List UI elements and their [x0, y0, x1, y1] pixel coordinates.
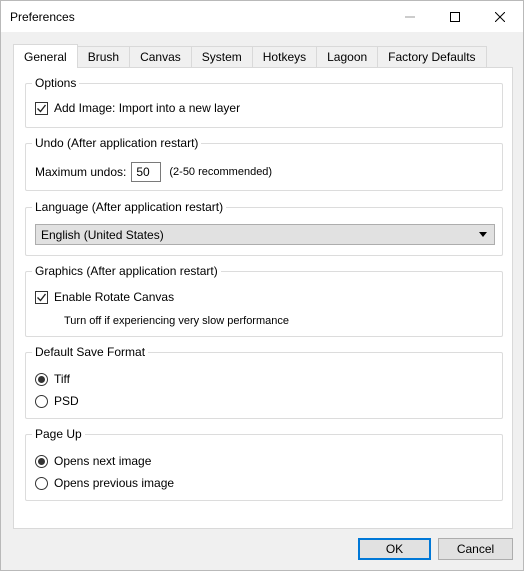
graphics-group: Graphics (After application restart) Ena…: [25, 264, 503, 337]
tab-lagoon[interactable]: Lagoon: [316, 46, 379, 67]
save-format-option-tiff[interactable]: Tiff: [35, 372, 70, 386]
max-undos-input[interactable]: [131, 162, 162, 182]
rotate-canvas-label: Enable Rotate Canvas: [54, 290, 175, 304]
page-up-option-previous[interactable]: Opens previous image: [35, 476, 174, 490]
options-title: Options: [32, 76, 80, 90]
page-up-group: Page Up Opens next image Opens previous …: [25, 427, 503, 501]
general-panel: Options Add Image: Import into a new lay…: [13, 67, 513, 529]
cancel-button[interactable]: Cancel: [438, 538, 513, 560]
tab-strip: General Brush Canvas System Hotkeys Lago…: [13, 44, 487, 68]
page-up-option-next[interactable]: Opens next image: [35, 454, 151, 468]
add-image-checkbox[interactable]: [35, 101, 48, 115]
ok-button[interactable]: OK: [358, 538, 431, 560]
tab-system[interactable]: System: [190, 46, 253, 67]
checkmark-icon: [37, 293, 47, 302]
tab-hotkeys[interactable]: Hotkeys: [251, 46, 318, 67]
minimize-icon: [404, 16, 415, 17]
max-undos-hint: (2-50 recommended): [169, 166, 273, 178]
tiff-radio[interactable]: [35, 372, 48, 386]
previous-image-radio[interactable]: [35, 476, 48, 490]
psd-label: PSD: [54, 394, 79, 408]
save-format-group: Default Save Format Tiff PSD: [25, 345, 503, 419]
rotate-canvas-note: Turn off if experiencing very slow perfo…: [64, 315, 289, 327]
language-title: Language (After application restart): [32, 200, 227, 214]
add-image-row[interactable]: Add Image: Import into a new layer: [35, 101, 240, 115]
dropdown-arrow-icon: [479, 232, 487, 237]
undo-title: Undo (After application restart): [32, 136, 202, 150]
tab-canvas[interactable]: Canvas: [129, 46, 192, 67]
close-icon: [494, 11, 505, 22]
rotate-canvas-row[interactable]: Enable Rotate Canvas: [35, 290, 174, 304]
page-up-title: Page Up: [32, 427, 85, 441]
next-image-label: Opens next image: [54, 454, 152, 468]
graphics-title: Graphics (After application restart): [32, 264, 221, 278]
max-undos-row: Maximum undos: (2-50 recommended): [35, 162, 272, 182]
title-bar[interactable]: Preferences: [1, 1, 523, 32]
language-group: Language (After application restart) Eng…: [25, 200, 503, 256]
save-format-option-psd[interactable]: PSD: [35, 394, 79, 408]
maximize-icon: [449, 11, 460, 22]
add-image-label: Add Image: Import into a new layer: [54, 101, 241, 115]
tab-brush[interactable]: Brush: [76, 46, 131, 67]
tab-general[interactable]: General: [13, 44, 78, 68]
language-select[interactable]: English (United States): [35, 224, 495, 245]
rotate-canvas-checkbox[interactable]: [35, 290, 48, 304]
psd-radio[interactable]: [35, 394, 48, 408]
maximize-button[interactable]: [432, 1, 477, 32]
options-group: Options Add Image: Import into a new lay…: [25, 76, 503, 128]
save-format-title: Default Save Format: [32, 345, 149, 359]
minimize-button[interactable]: [387, 1, 432, 32]
tiff-label: Tiff: [54, 372, 71, 386]
undo-group: Undo (After application restart) Maximum…: [25, 136, 503, 191]
preferences-window: Preferences General Brush Canvas System …: [0, 0, 524, 571]
checkmark-icon: [37, 104, 47, 113]
window-title: Preferences: [10, 10, 75, 24]
close-button[interactable]: [477, 1, 522, 32]
previous-image-label: Opens previous image: [54, 476, 175, 490]
language-selected-value: English (United States): [41, 227, 164, 242]
tab-factory-defaults[interactable]: Factory Defaults: [377, 46, 487, 67]
next-image-radio[interactable]: [35, 454, 48, 468]
max-undos-label: Maximum undos:: [35, 165, 127, 179]
